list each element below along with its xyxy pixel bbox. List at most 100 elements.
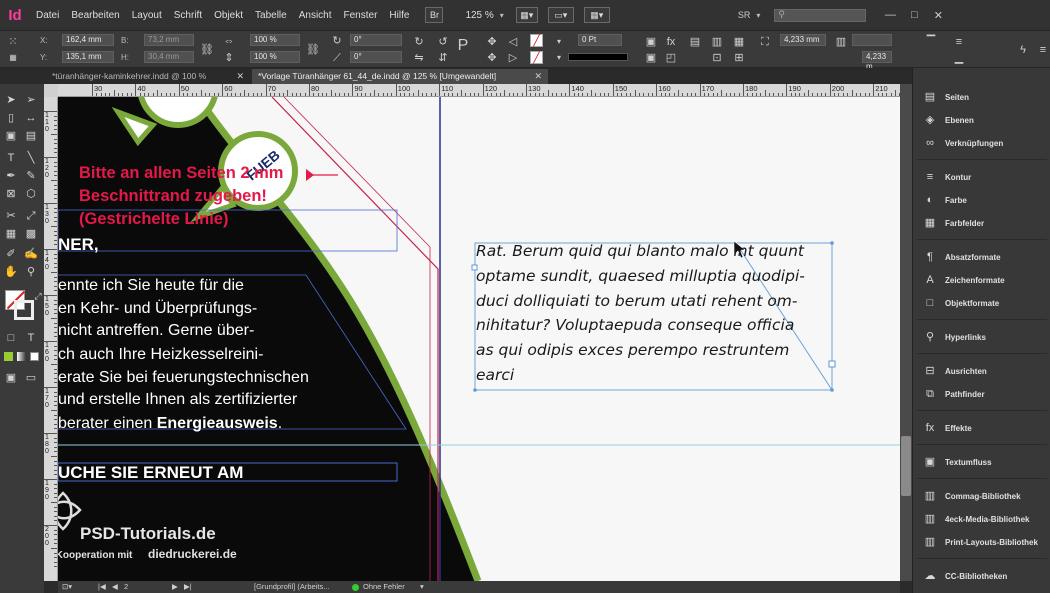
apply-color-icon[interactable] bbox=[4, 352, 13, 361]
text-wrap-none-icon[interactable]: ▤ bbox=[688, 35, 702, 49]
constrain-scale-icon[interactable]: ⛓ bbox=[306, 43, 320, 57]
panel-zeichenformate[interactable]: A Zeichenformate bbox=[913, 269, 1050, 291]
panel-4eck-media-bibliothek[interactable]: ▥ 4eck-Media-Bibliothek bbox=[913, 508, 1050, 530]
workspace-switcher[interactable]: SR ▾ bbox=[738, 10, 761, 20]
content-placer-icon[interactable]: ▤ bbox=[23, 128, 39, 144]
note-tool-icon[interactable]: ✍ bbox=[23, 246, 39, 262]
frame-width-field[interactable]: 4,233 mm bbox=[780, 34, 826, 46]
rectangle-frame-tool-icon[interactable]: ⊠ bbox=[3, 186, 19, 202]
page-nav-icon[interactable]: ⊡▾ bbox=[62, 582, 72, 591]
gradient-swatch-tool-icon[interactable]: ▦ bbox=[3, 226, 19, 242]
search-input[interactable]: ⚲ bbox=[774, 8, 867, 22]
apply-none-icon[interactable] bbox=[30, 352, 39, 361]
panel-absatzformate[interactable]: ¶ Absatzformate bbox=[913, 246, 1050, 268]
fit-frame-icon[interactable]: ⊡ bbox=[710, 51, 724, 65]
y-field[interactable]: 135,1 mm bbox=[62, 51, 114, 63]
next-page-icon[interactable]: ▶ bbox=[172, 582, 178, 591]
text-frame-line[interactable]: Rat. Berum quid qui blanto malo int quun… bbox=[476, 239, 804, 264]
x-field[interactable]: 162,4 mm bbox=[62, 34, 114, 46]
panel-cc-bibliotheken[interactable]: ☁ CC-Bibliotheken bbox=[913, 565, 1050, 587]
document-canvas[interactable]: FUEB Bitte an allen Seiten 2 mm Beschnit… bbox=[58, 97, 900, 581]
panel-kontur[interactable]: ≡ Kontur bbox=[913, 166, 1050, 188]
selection-tool-icon[interactable]: ➤ bbox=[3, 92, 19, 108]
apply-gradient-icon[interactable] bbox=[17, 352, 26, 361]
bridge-button[interactable]: Br bbox=[425, 7, 444, 23]
rotation-field[interactable]: 0° bbox=[350, 34, 402, 46]
arrange-documents-button[interactable]: ▦▾ bbox=[583, 7, 610, 23]
preflight-profile[interactable]: [Grundprofil] (Arbeits... bbox=[254, 582, 329, 591]
constrain-proportions-icon[interactable]: ⛓ bbox=[200, 43, 214, 57]
align-center-icon[interactable]: ≡ bbox=[952, 35, 966, 49]
last-page-icon[interactable]: ▶| bbox=[184, 582, 192, 591]
select-next-icon[interactable]: ▷ bbox=[506, 51, 520, 65]
formatting-text-icon[interactable]: T bbox=[23, 330, 39, 346]
close-icon[interactable]: ✕ bbox=[534, 69, 542, 84]
scale-y-field[interactable]: 100 % bbox=[250, 51, 300, 63]
minimize-button[interactable]: — bbox=[878, 7, 902, 23]
text-frame-line[interactable]: duci dolliquiati to berum utati rehent o… bbox=[476, 289, 798, 314]
zoom-tool-icon[interactable]: ⚲ bbox=[23, 264, 39, 280]
stroke-none-icon[interactable]: ╱ bbox=[530, 51, 543, 64]
select-previous-icon[interactable]: ◁ bbox=[506, 35, 520, 49]
panel-hyperlinks[interactable]: ⚲ Hyperlinks bbox=[913, 326, 1050, 348]
polygon-tool-icon[interactable]: ⬡ bbox=[23, 186, 39, 202]
stroke-type-selector[interactable] bbox=[568, 53, 628, 61]
first-page-icon[interactable]: |◀ bbox=[98, 582, 106, 591]
formatting-container-icon[interactable]: □ bbox=[3, 330, 19, 346]
chevron-down-icon[interactable]: ▾ bbox=[420, 582, 424, 591]
chevron-down-icon[interactable]: ▾ bbox=[552, 51, 566, 65]
view-options-button[interactable]: ▦▾ bbox=[515, 7, 538, 23]
page-number[interactable]: 2 bbox=[124, 582, 128, 591]
width-field[interactable]: 73,2 mm bbox=[144, 34, 194, 46]
align-top-icon[interactable]: ▔ bbox=[924, 35, 938, 49]
frame-fitting-icon[interactable]: ⛶ bbox=[758, 35, 772, 49]
zoom-value[interactable]: 125 % bbox=[465, 10, 493, 21]
fit-content-icon[interactable]: ⊞ bbox=[732, 51, 746, 65]
text-frame-line[interactable]: earci bbox=[476, 363, 514, 388]
scissors-tool-icon[interactable]: ✂ bbox=[3, 208, 19, 224]
chevron-down-icon[interactable]: ▾ bbox=[756, 11, 760, 20]
panel-commag-bibliothek[interactable]: ▥ Commag-Bibliothek bbox=[913, 485, 1050, 507]
opacity-icon[interactable]: ▣ bbox=[644, 35, 658, 49]
flip-horizontal-icon[interactable]: ⇋ bbox=[412, 51, 426, 65]
text-frame-line[interactable]: as qui odipis exces perempo restruntem bbox=[476, 338, 789, 363]
line-tool-icon[interactable]: ╲ bbox=[23, 150, 39, 166]
rotate-cw-icon[interactable]: ↻ bbox=[412, 35, 426, 49]
menu-bearbeiten[interactable]: Bearbeiten bbox=[65, 10, 125, 21]
scale-x-field[interactable]: 100 % bbox=[250, 34, 300, 46]
menu-ansicht[interactable]: Ansicht bbox=[293, 10, 338, 21]
pen-tool-icon[interactable]: ✒ bbox=[3, 168, 19, 184]
panel-menu-icon[interactable]: ≡ bbox=[1036, 43, 1050, 57]
menu-datei[interactable]: Datei bbox=[30, 10, 65, 21]
menu-tabelle[interactable]: Tabelle bbox=[249, 10, 293, 21]
panel-textumfluss[interactable]: ▣ Textumfluss bbox=[913, 451, 1050, 473]
normal-mode-icon[interactable]: ▣ bbox=[3, 370, 19, 386]
panel-verknüpfungen[interactable]: ∞ Verknüpfungen bbox=[913, 132, 1050, 154]
ruler-origin[interactable] bbox=[44, 84, 58, 97]
gutter-field[interactable]: 4,233 m bbox=[862, 51, 892, 71]
quick-apply-icon[interactable]: ϟ bbox=[1016, 43, 1030, 57]
free-transform-tool-icon[interactable]: ⤢ bbox=[23, 208, 39, 224]
text-frame-line[interactable]: nihitatur? Voluptaepuda conseque officia bbox=[476, 313, 794, 338]
panel-ebenen[interactable]: ◈ Ebenen bbox=[913, 109, 1050, 131]
eyedropper-tool-icon[interactable]: ✐ bbox=[3, 246, 19, 262]
direct-selection-tool-icon[interactable]: ➢ bbox=[23, 92, 39, 108]
content-collector-icon[interactable]: ▣ bbox=[3, 128, 19, 144]
gap-tool-icon[interactable]: ↔ bbox=[23, 110, 39, 126]
panel-farbe[interactable]: ◐ Farbe bbox=[913, 189, 1050, 211]
workspace-label[interactable]: SR bbox=[738, 10, 751, 20]
effects-icon[interactable]: fx bbox=[664, 35, 678, 49]
gradient-feather-tool-icon[interactable]: ▩ bbox=[23, 226, 39, 242]
screen-mode-button[interactable]: ▭▾ bbox=[547, 7, 574, 23]
text-frame-line[interactable]: optame sundit, quaesed milluptia quodipi… bbox=[476, 264, 805, 289]
text-wrap-shape-icon[interactable]: ▦ bbox=[732, 35, 746, 49]
columns-icon[interactable]: ▥ bbox=[834, 35, 848, 49]
menu-schrift[interactable]: Schrift bbox=[168, 10, 208, 21]
panel-print-layouts-bibliothek[interactable]: ▥ Print-Layouts-Bibliothek bbox=[913, 531, 1050, 553]
document-tab-active[interactable]: *Vorlage Türanhänger 61_44_de.indd @ 125… bbox=[252, 69, 548, 84]
shear-field[interactable]: 0° bbox=[350, 51, 402, 63]
hand-tool-icon[interactable]: ✋ bbox=[3, 264, 19, 280]
type-tool-icon[interactable]: T bbox=[3, 150, 19, 166]
menu-fenster[interactable]: Fenster bbox=[338, 10, 384, 21]
panel-pathfinder[interactable]: ⧉ Pathfinder bbox=[913, 383, 1050, 405]
